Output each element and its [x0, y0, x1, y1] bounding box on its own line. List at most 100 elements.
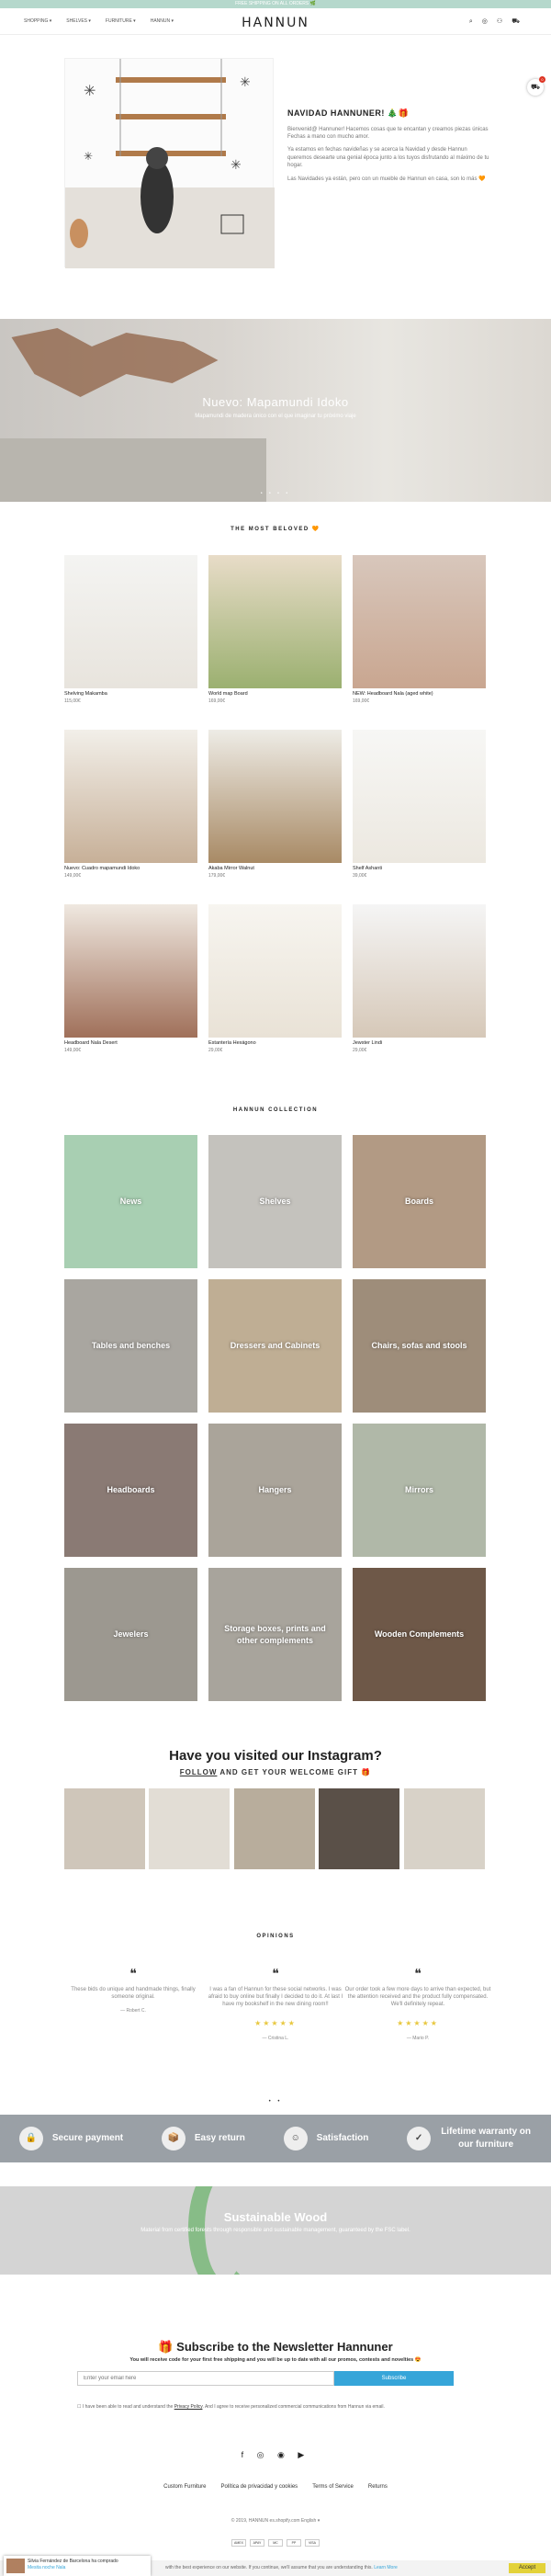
xmas-title: NAVIDAD HANNUNER! 🎄🎁	[287, 108, 410, 118]
consent-row: ☐ I have been able to read and understan…	[77, 2404, 472, 2411]
social-icons[interactable]: f ◎ ◉ ▶	[0, 2449, 551, 2461]
features-bar: 🔒 Secure payment 📦 Easy return ☺ Satisfacti…	[0, 2115, 551, 2162]
quote-icon: ❝	[129, 1966, 137, 1980]
apple-pay-icon: APAY	[250, 2539, 264, 2547]
announcement-bar: FREE SHIPPING ON ALL ORDERS 🌿	[0, 0, 551, 8]
review-card: ❝ Our order took a few more days to arriv…	[344, 1965, 491, 2042]
product-image	[208, 730, 342, 863]
globe-icon[interactable]: ◎	[482, 17, 488, 27]
product-card[interactable]: Shelf Ashanti 39,00€	[353, 730, 486, 879]
product-price: 169,00€	[353, 698, 370, 704]
review-text: Our order took a few more days to arrive…	[344, 1986, 491, 2008]
collection-tile[interactable]: Wooden Complements	[353, 1568, 486, 1701]
privacy-policy-link[interactable]: Privacy Policy	[174, 2404, 203, 2410]
product-price: 169,00€	[208, 698, 226, 704]
quote-icon: ❝	[272, 1966, 279, 1980]
product-card[interactable]: World map Board 169,00€	[208, 555, 342, 705]
product-name: Shelving Makamba	[64, 691, 107, 697]
product-name: NEW: Headboard Nala (aged white)	[353, 691, 433, 697]
paypal-icon: PP	[287, 2539, 301, 2547]
opinions-dots[interactable]: • •	[0, 2098, 551, 2105]
svg-text:✳: ✳	[84, 150, 93, 163]
feature-label: Satisfaction	[316, 2133, 369, 2143]
user-icon[interactable]: ⚇	[497, 17, 502, 27]
cart-icon[interactable]: ⛟	[512, 17, 520, 27]
product-card[interactable]: Jewster Lindi 29,00€	[353, 904, 486, 1054]
site-header: SHOPPING ▾ SHELVES ▾ FURNITURE ▾ HANNUN …	[0, 8, 551, 35]
collection-tile[interactable]: Shelves	[208, 1135, 342, 1268]
collection-tile[interactable]: Dressers and Cabinets	[208, 1279, 342, 1413]
xmas-paragraph: Ya estamos en fechas navideñas y se acer…	[287, 147, 489, 169]
collection-tile[interactable]: Tables and benches	[64, 1279, 197, 1413]
footer-link[interactable]: Política de privacidad y cookies	[220, 2483, 298, 2491]
follow-link[interactable]: FOLLOW	[180, 1768, 218, 1776]
footer-link[interactable]: Custom Furniture	[163, 2483, 206, 2491]
product-card[interactable]: Estantería Hexágono 29,00€	[208, 904, 342, 1054]
product-image	[208, 555, 342, 688]
product-card[interactable]: NEW: Headboard Nala (aged white) 169,00€	[353, 555, 486, 705]
product-name: Headboard Nala Desert	[64, 1040, 118, 1046]
collection-tile[interactable]: Hangers	[208, 1424, 342, 1557]
review-text: These bids do unique and handmade things…	[71, 1986, 196, 2000]
search-icon[interactable]: ⌕	[469, 17, 473, 27]
slider-dots[interactable]: • • • •	[0, 491, 551, 497]
collection-tile[interactable]: Chairs, sofas and stools	[353, 1279, 486, 1413]
review-card: ❝ These bids do unique and handmade thing…	[60, 1965, 207, 2014]
product-thumbnail	[6, 2559, 25, 2573]
shield-icon: ✓	[407, 2127, 432, 2150]
newsletter-subtitle: You will receive code for your first fre…	[129, 2357, 422, 2363]
product-card[interactable]: Headboard Nala Desert 149,00€	[64, 904, 197, 1054]
accept-button[interactable]: Accept	[509, 2563, 545, 2573]
instagram-post[interactable]	[319, 1788, 399, 1869]
copyright: © 2019, HANNUN es.shopify.com English ▾	[231, 2518, 320, 2524]
feature-warranty: ✓ Lifetime warranty on our furniture	[407, 2126, 532, 2151]
notification-product: Mesita noche Nala	[28, 2565, 66, 2570]
learn-more-link[interactable]: Learn More	[374, 2565, 398, 2570]
collection-tile[interactable]: Boards	[353, 1135, 486, 1268]
mastercard-icon: MC	[268, 2539, 283, 2547]
product-price: 39,00€	[353, 872, 367, 879]
product-card[interactable]: Shelving Makamba 115,00€	[64, 555, 197, 705]
product-name: World map Board	[208, 691, 248, 697]
hero-title: Nuevo: Mapamundi Idoko	[202, 395, 349, 409]
product-name: Akaba Mirror Walnut	[208, 866, 254, 871]
collection-title: HANNUN COLLECTION	[232, 1107, 319, 1113]
floating-cart-button[interactable]: ⛟ 0	[527, 76, 545, 96]
quote-icon: ❝	[414, 1966, 422, 1980]
instagram-subtitle: FOLLOW AND GET YOUR WELCOME GIFT 🎁	[0, 1767, 551, 1777]
xmas-paragraph: Las Navidades ya están, pero con un mueb…	[287, 176, 486, 182]
hero-slider[interactable]: Nuevo: Mapamundi Idoko Mapamundi de made…	[0, 319, 551, 502]
product-card[interactable]: Nuevo: Cuadro mapamundi Idoko 149,00€	[64, 730, 197, 879]
smile-icon: ☺	[283, 2127, 308, 2150]
product-image	[353, 730, 486, 863]
instagram-post[interactable]	[149, 1788, 230, 1869]
product-name: Shelf Ashanti	[353, 866, 383, 871]
review-author: — Cristina L.	[262, 2035, 289, 2041]
product-image	[64, 730, 197, 863]
instagram-post[interactable]	[234, 1788, 315, 1869]
product-price: 149,00€	[64, 1047, 82, 1053]
product-image	[353, 904, 486, 1038]
product-card[interactable]: Akaba Mirror Walnut 179,00€	[208, 730, 342, 879]
instagram-post[interactable]	[64, 1788, 145, 1869]
product-price: 149,00€	[64, 872, 82, 879]
collection-tile[interactable]: Mirrors	[353, 1424, 486, 1557]
payment-icons: AMEX APAY MC PP VISA	[0, 2539, 551, 2547]
box-icon: 📦	[161, 2127, 186, 2150]
collection-tile[interactable]: Headboards	[64, 1424, 197, 1557]
amex-icon: AMEX	[231, 2539, 246, 2547]
consent-text: I have been able to read and understand …	[82, 2404, 174, 2410]
email-field[interactable]	[77, 2371, 334, 2386]
footer-link[interactable]: Terms of Service	[312, 2483, 354, 2491]
collection-tile[interactable]: News	[64, 1135, 197, 1268]
feature-secure-payment: 🔒 Secure payment	[18, 2127, 123, 2150]
instagram-post[interactable]	[404, 1788, 485, 1869]
collection-tile[interactable]: Jewelers	[64, 1568, 197, 1701]
xmas-text-block: NAVIDAD HANNUNER! 🎄🎁 Bienvenid@ Hannuner…	[287, 108, 489, 188]
footer-link[interactable]: Returns	[368, 2483, 388, 2491]
subscribe-button[interactable]: Subscribe	[334, 2371, 454, 2386]
purchase-notification[interactable]: Silvia Fernández de Barcelona ha comprad…	[4, 2556, 151, 2576]
beloved-title: THE MOST BELOVED 🧡	[231, 527, 320, 532]
svg-text:✳: ✳	[240, 74, 251, 89]
collection-tile[interactable]: Storage boxes, prints and other compleme…	[208, 1568, 342, 1701]
